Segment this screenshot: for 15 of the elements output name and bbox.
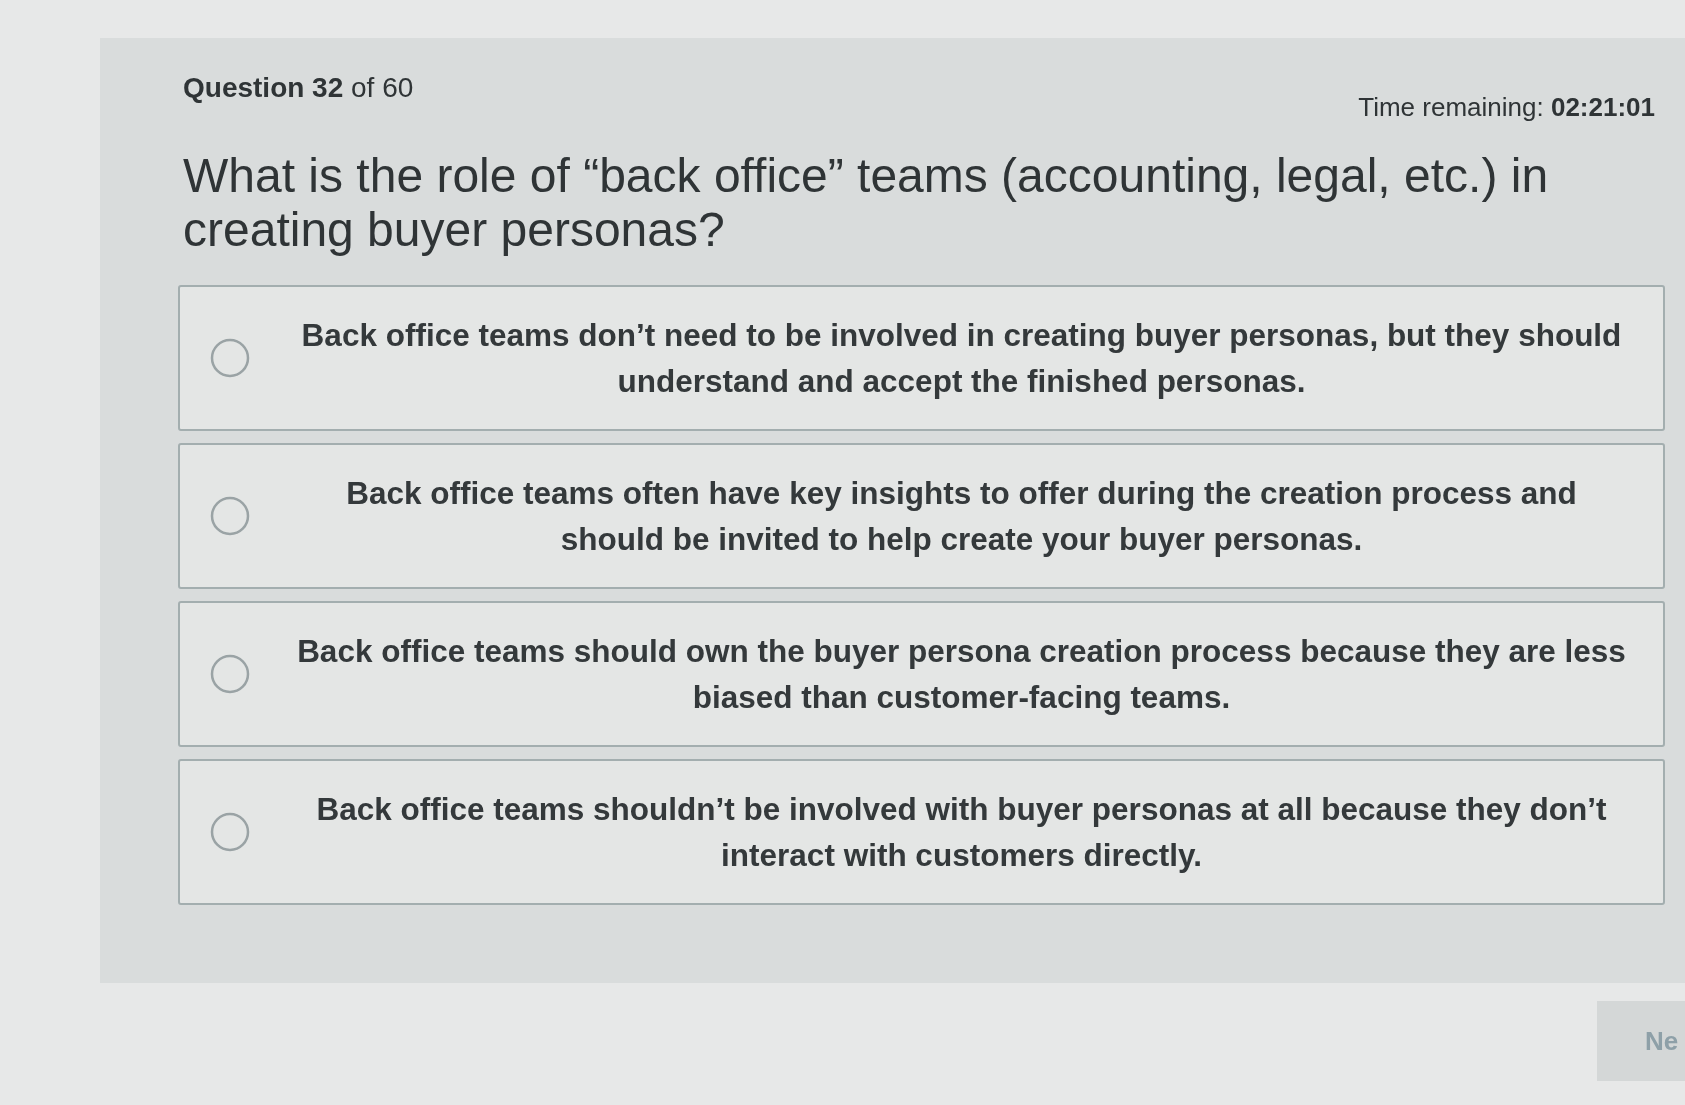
answer-option[interactable]: Back office teams shouldn’t be involved with buyer personas at all because they don’t interact with customers directly.: [178, 759, 1665, 905]
time-remaining: Time remaining: 02:21:01: [1358, 92, 1655, 123]
radio-icon[interactable]: [210, 496, 250, 536]
radio-icon[interactable]: [210, 338, 250, 378]
answer-option[interactable]: Back office teams often have key insights to offer during the creation process and should be invited to help create your buyer personas.: [178, 443, 1665, 589]
option-text: Back office teams should own the buyer persona creation process because they are less biased than customer-facing teams.: [296, 632, 1627, 717]
option-text: Back office teams don’t need to be involved in creating buyer personas, but they should understand and accept the finished personas.: [300, 316, 1623, 401]
answer-option[interactable]: Back office teams don’t need to be involved in creating buyer personas, but they should understand and accept the finished personas.: [178, 285, 1665, 431]
option-text: Back office teams shouldn’t be involved with buyer personas at all because they don’t interact with customers directly.: [315, 790, 1608, 875]
question-counter: Question 32 of 60: [183, 72, 414, 104]
option-text: Back office teams often have key insights to offer during the creation process and should be invited to help create your buyer personas.: [345, 474, 1578, 559]
question-text: What is the role of “back office” teams (accounting, legal, etc.) in creating buyer personas?: [183, 149, 1550, 257]
answer-option[interactable]: Back office teams should own the buyer persona creation process because they are less biased than customer-facing teams.: [178, 601, 1665, 747]
radio-icon[interactable]: [210, 654, 250, 694]
radio-icon[interactable]: [210, 812, 250, 852]
